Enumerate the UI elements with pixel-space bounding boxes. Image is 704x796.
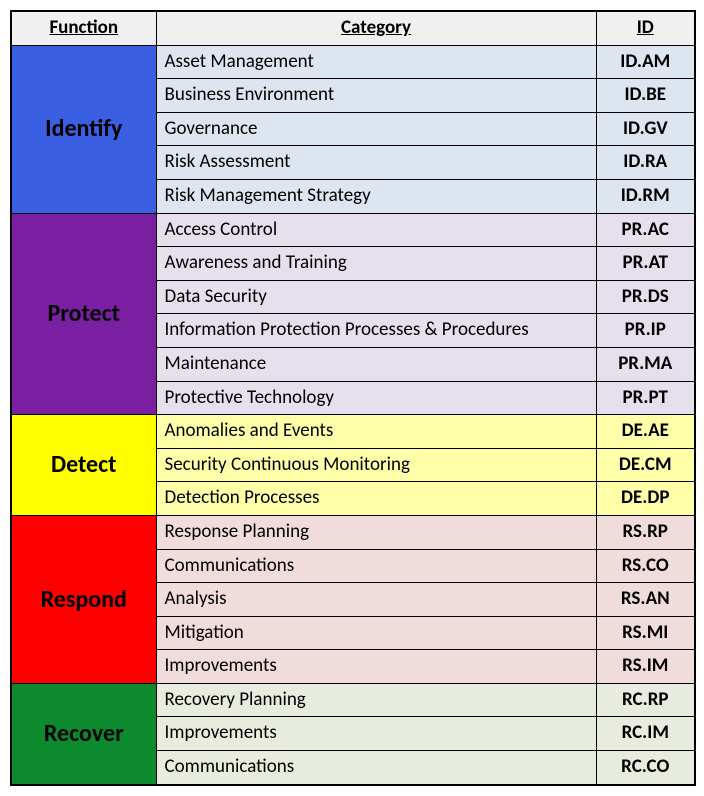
category-label: Recovery Planning [156, 683, 596, 717]
category-id: RS.AN [596, 583, 695, 617]
category-label: Mitigation [156, 616, 596, 650]
category-label: Risk Assessment [156, 146, 596, 180]
category-id: PR.DS [596, 280, 695, 314]
category-label: Improvements [156, 717, 596, 751]
category-id: RS.RP [596, 515, 695, 549]
category-id: RC.RP [596, 683, 695, 717]
category-label: Detection Processes [156, 482, 596, 516]
category-id: RS.CO [596, 549, 695, 583]
category-id: ID.AM [596, 45, 695, 79]
category-id: PR.AC [596, 213, 695, 247]
category-label: Business Environment [156, 79, 596, 113]
category-id: DE.DP [596, 482, 695, 516]
table-row: Recover Recovery Planning RC.RP [11, 683, 695, 717]
category-id: ID.BE [596, 79, 695, 113]
framework-table: Function Category ID Identify Asset Mana… [10, 10, 696, 786]
category-label: Improvements [156, 650, 596, 684]
category-id: DE.CM [596, 448, 695, 482]
category-label: Asset Management [156, 45, 596, 79]
function-respond: Respond [11, 515, 156, 683]
category-label: Protective Technology [156, 381, 596, 415]
category-label: Data Security [156, 280, 596, 314]
category-id: PR.IP [596, 314, 695, 348]
category-label: Response Planning [156, 515, 596, 549]
category-id: ID.GV [596, 112, 695, 146]
category-label: Anomalies and Events [156, 415, 596, 449]
category-id: PR.AT [596, 247, 695, 281]
function-detect: Detect [11, 415, 156, 516]
category-id: RC.CO [596, 751, 695, 785]
table-row: Detect Anomalies and Events DE.AE [11, 415, 695, 449]
header-category: Category [156, 11, 596, 45]
header-function: Function [11, 11, 156, 45]
category-label: Access Control [156, 213, 596, 247]
category-id: PR.MA [596, 347, 695, 381]
category-label: Governance [156, 112, 596, 146]
category-label: Risk Management Strategy [156, 179, 596, 213]
category-label: Information Protection Processes & Proce… [156, 314, 596, 348]
category-label: Awareness and Training [156, 247, 596, 281]
table-row: Identify Asset Management ID.AM [11, 45, 695, 79]
category-id: ID.RA [596, 146, 695, 180]
category-label: Security Continuous Monitoring [156, 448, 596, 482]
category-id: RS.IM [596, 650, 695, 684]
function-protect: Protect [11, 213, 156, 415]
category-id: ID.RM [596, 179, 695, 213]
category-id: DE.AE [596, 415, 695, 449]
function-identify: Identify [11, 45, 156, 213]
category-id: RS.MI [596, 616, 695, 650]
category-label: Communications [156, 549, 596, 583]
category-id: PR.PT [596, 381, 695, 415]
category-id: RC.IM [596, 717, 695, 751]
category-label: Analysis [156, 583, 596, 617]
function-recover: Recover [11, 683, 156, 784]
table-row: Protect Access Control PR.AC [11, 213, 695, 247]
category-label: Communications [156, 751, 596, 785]
category-label: Maintenance [156, 347, 596, 381]
header-row: Function Category ID [11, 11, 695, 45]
table-row: Respond Response Planning RS.RP [11, 515, 695, 549]
header-id: ID [596, 11, 695, 45]
